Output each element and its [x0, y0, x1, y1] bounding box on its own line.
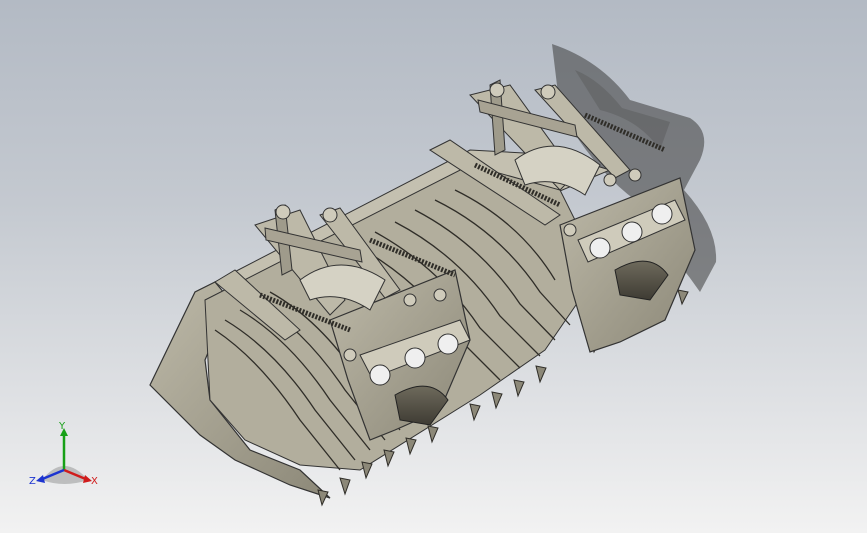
- axis-triad: Y X Z: [24, 418, 110, 498]
- grapple-bucket-model[interactable]: [0, 0, 867, 533]
- y-axis-label: Y: [59, 421, 66, 432]
- z-axis-label: Z: [29, 476, 36, 487]
- x-axis-label: X: [91, 476, 98, 487]
- graphics-viewport[interactable]: Y X Z: [0, 0, 867, 533]
